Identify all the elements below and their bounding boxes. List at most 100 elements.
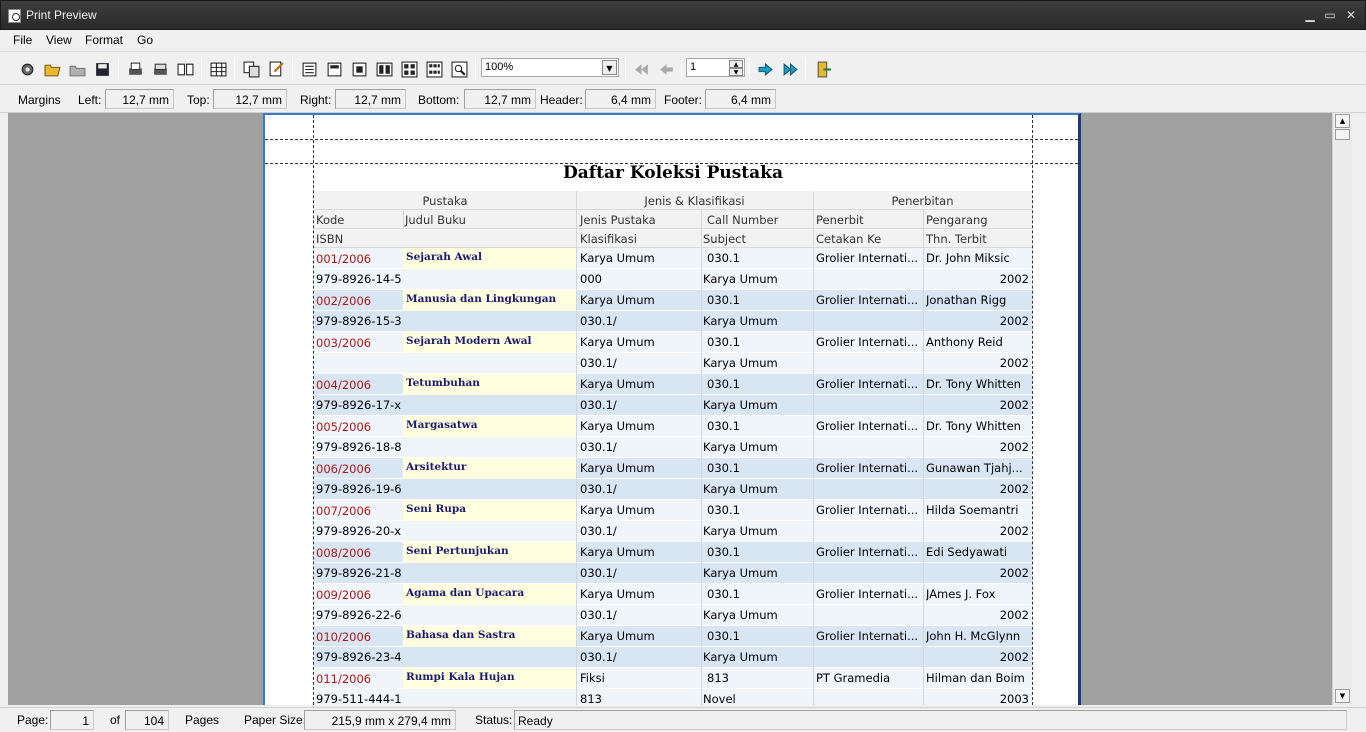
col-isbn: ISBN [316, 232, 344, 246]
two-pages-icon[interactable] [373, 58, 395, 80]
zoom-combobox[interactable]: 100% ▼ [481, 58, 619, 77]
table-row[interactable]: 002/2006 Manusia dan Lingkungan Karya Umum… [314, 290, 1032, 311]
page-view-icon[interactable] [298, 58, 320, 80]
grid-line [701, 248, 702, 269]
record-title: Arsitektur [403, 458, 576, 479]
menu-format[interactable]: Format [85, 33, 123, 47]
table-row[interactable]: 001/2006 Sejarah Awal Karya Umum 030.1 Groli… [314, 248, 1032, 269]
table-row[interactable]: 979-8926-15-3 030.1/Karya Umum 2002 [314, 311, 1032, 332]
table-row[interactable]: 979-8926-20-x 030.1/Karya Umum 2002 [314, 521, 1032, 542]
grid-line [813, 458, 814, 479]
table-row[interactable]: 030.1/Karya Umum 2002 [314, 353, 1032, 374]
grid-line [576, 563, 577, 584]
right-margin-field[interactable]: 12,7 mm [335, 89, 406, 109]
table-row[interactable]: 011/2006 Rumpi Kala Hujan Fiksi 813 PT Grame… [314, 668, 1032, 689]
header-guide-line [265, 139, 1078, 140]
multi-pages-icon[interactable] [423, 58, 445, 80]
exit-icon[interactable] [812, 58, 834, 80]
footer-margin-field[interactable]: 6,4 mm [705, 89, 776, 109]
four-pages-icon[interactable] [398, 58, 420, 80]
group-header-row: Pustaka Jenis & Klasifikasi Penerbitan [314, 191, 1032, 210]
grid-line [813, 191, 814, 210]
grid-line [813, 374, 814, 395]
table-row[interactable]: 979-8926-22-6 030.1/Karya Umum 2002 [314, 605, 1032, 626]
maximize-button[interactable]: ▭ [1321, 7, 1339, 23]
table-row[interactable]: 008/2006 Seni Pertunjukan Karya Umum 030.1 G… [314, 542, 1032, 563]
table-row[interactable]: 005/2006 Margasatwa Karya Umum 030.1 Grolier… [314, 416, 1032, 437]
record-penerbit: Grolier Internati... [816, 377, 919, 391]
copy-icon[interactable] [240, 58, 262, 80]
record-pengarang: Hilda Soemantri [926, 503, 1019, 517]
table-row[interactable]: 979-8926-14-5 000 Karya Umum 2002 [314, 269, 1032, 290]
preview-area[interactable]: Daftar Koleksi Pustaka Pustaka Jenis & K… [8, 113, 1332, 705]
table-row[interactable]: 004/2006 Tetumbuhan Karya Umum 030.1 Grolier… [314, 374, 1032, 395]
menu-file[interactable]: File [13, 33, 32, 47]
record-title: Agama dan Upacara [403, 584, 576, 605]
folder-icon[interactable] [66, 58, 88, 80]
grid-line [576, 479, 577, 500]
single-page-icon[interactable] [348, 58, 370, 80]
record-title: Manusia dan Lingkungan [403, 290, 576, 311]
grid-line [576, 353, 577, 374]
first-page-icon[interactable] [630, 58, 652, 80]
grid-line [923, 353, 924, 374]
save-icon[interactable] [91, 58, 113, 80]
menu-view[interactable]: View [46, 33, 72, 47]
scroll-thumb[interactable] [1335, 129, 1350, 140]
page-number-spinner[interactable]: 1 ▲ ▼ [686, 58, 745, 77]
group-pustaka: Pustaka [422, 194, 468, 208]
grid-icon[interactable] [207, 58, 229, 80]
table-row[interactable]: 979-8926-18-8 030.1/Karya Umum 2002 [314, 437, 1032, 458]
table-row[interactable]: 009/2006 Agama dan Upacara Karya Umum 030.1… [314, 584, 1032, 605]
vertical-scrollbar[interactable]: ▲ ▼ [1332, 113, 1352, 705]
minimize-button[interactable]: ▁ [1301, 7, 1319, 23]
grid-line [576, 542, 577, 563]
table-row[interactable]: 007/2006 Seni Rupa Karya Umum 030.1 Grolier … [314, 500, 1032, 521]
left-margin-field[interactable]: 12,7 mm [105, 89, 174, 109]
bottom-margin-field[interactable]: 12,7 mm [464, 89, 536, 109]
record-penerbit: Grolier Internati... [816, 293, 919, 307]
settings-icon[interactable] [16, 58, 38, 80]
header-footer-icon[interactable] [323, 58, 345, 80]
last-page-icon[interactable] [779, 58, 801, 80]
table-row[interactable]: 979-8926-17-x 030.1/Karya Umum 2002 [314, 395, 1032, 416]
record-call-number: 030.1 [707, 503, 740, 517]
table-row[interactable]: 979-8926-23-4 030.1/Karya Umum 2002 [314, 647, 1032, 668]
menu-go[interactable]: Go [137, 33, 153, 47]
zoom-fit-icon[interactable] [448, 58, 470, 80]
open-icon[interactable] [41, 58, 63, 80]
prev-page-icon[interactable] [655, 58, 677, 80]
spin-down-icon[interactable]: ▼ [729, 68, 743, 76]
record-klasifikasi: 000 [580, 272, 602, 286]
app-icon [8, 9, 21, 23]
grid-line [813, 395, 814, 416]
grid-line [701, 542, 702, 563]
scroll-up-icon[interactable]: ▲ [1335, 114, 1350, 128]
header-margin-field[interactable]: 6,4 mm [585, 89, 656, 109]
next-page-icon[interactable] [754, 58, 776, 80]
col-thn-terbit: Thn. Terbit [926, 232, 987, 246]
grid-line [701, 229, 702, 248]
export-icon[interactable] [265, 58, 287, 80]
grid-line [923, 605, 924, 626]
book-view-icon[interactable] [174, 58, 196, 80]
print-icon[interactable] [124, 58, 146, 80]
record-pengarang: Edi Sedyawati [926, 545, 1008, 559]
table-row[interactable]: 979-8926-21-8 030.1/Karya Umum 2002 [314, 563, 1032, 584]
table-row[interactable]: 979-511-444-1 813 Novel 2003 [314, 689, 1032, 705]
table-row[interactable]: 006/2006 Arsitektur Karya Umum 030.1 Grolier… [314, 458, 1032, 479]
close-button[interactable]: ✕ [1342, 7, 1360, 23]
table-row[interactable]: 979-8926-19-6 030.1/Karya Umum 2002 [314, 479, 1032, 500]
window-title: Print Preview [26, 8, 97, 22]
chevron-down-icon[interactable]: ▼ [602, 60, 617, 75]
record-klasifikasi: 030.1/ [580, 524, 617, 538]
spin-up-icon[interactable]: ▲ [729, 60, 743, 68]
print-setup-icon[interactable] [149, 58, 171, 80]
col-penerbit: Penerbit [816, 213, 864, 227]
top-margin-field[interactable]: 12,7 mm [213, 89, 287, 109]
table-row[interactable]: 003/2006 Sejarah Modern Awal Karya Umum 030… [314, 332, 1032, 353]
scroll-down-icon[interactable]: ▼ [1335, 689, 1350, 703]
record-subject: Karya Umum [703, 524, 778, 538]
grid-line [813, 500, 814, 521]
table-row[interactable]: 010/2006 Bahasa dan Sastra Karya Umum 030.1… [314, 626, 1032, 647]
